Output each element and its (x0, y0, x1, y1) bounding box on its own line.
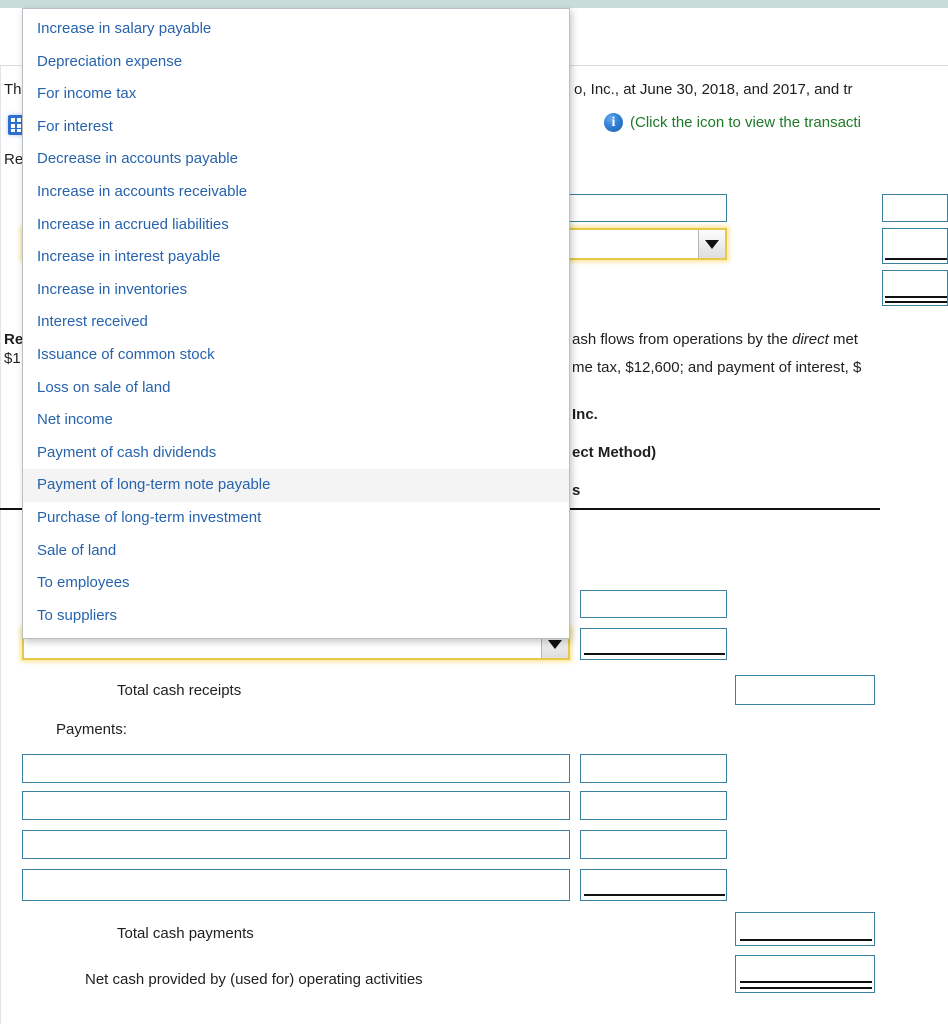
dropdown-option[interactable]: Sale of land (23, 535, 569, 568)
account-dropdown-list[interactable]: Increase in salary payable Depreciation e… (22, 8, 570, 640)
dropdown-option[interactable]: Increase in inventories (23, 274, 569, 307)
requirement-bold-prefix: Re (4, 331, 24, 348)
icon-hint-text: (Click the icon to view the transacti (630, 114, 861, 131)
answer-box-top-right-2[interactable] (882, 228, 948, 264)
answer-box-top-right-3[interactable] (882, 270, 948, 306)
info-circle-icon[interactable]: i (604, 113, 623, 132)
payment-amount-box-2[interactable] (580, 791, 727, 820)
payment-amount-box-1[interactable] (580, 754, 727, 783)
problem-intro-visible: o, Inc., at June 30, 2018, and 2017, and… (574, 81, 853, 98)
statement-receipts-heading: s (572, 482, 581, 499)
payment-label-box-2[interactable] (22, 791, 570, 820)
dropdown-option[interactable]: Purchase of long-term investment (23, 502, 569, 535)
statement-method-line: ect Method) (572, 444, 657, 461)
requirement-line-1: ash flows from operations by the direct … (572, 330, 858, 349)
content-left-edge (0, 66, 1, 1024)
answer-box-top-right[interactable] (882, 194, 948, 222)
statement-company-name: Inc. (572, 406, 598, 423)
payment-amount-box-4[interactable] (580, 869, 727, 901)
net-cash-box[interactable] (735, 955, 875, 993)
dropdown-option[interactable]: Issuance of common stock (23, 339, 569, 372)
requirement-label: Re (4, 151, 24, 168)
dropdown-option[interactable]: Payment of cash dividends (23, 437, 569, 470)
window-top-strip (0, 0, 948, 8)
payment-label-box-3[interactable] (22, 830, 570, 859)
dropdown-option[interactable]: Net income (23, 404, 569, 437)
dropdown-option[interactable]: Interest received (23, 306, 569, 339)
requirement-money-prefix: $1 (4, 350, 21, 367)
requirement-line-1-italic: direct (792, 331, 829, 348)
problem-intro-prefix: Th (4, 81, 22, 98)
dropdown-option[interactable]: Increase in accrued liabilities (23, 209, 569, 242)
total-cash-receipts-label: Total cash receipts (117, 682, 242, 699)
dropdown-option[interactable]: For income tax (23, 78, 569, 111)
dropdown-option[interactable]: Increase in interest payable (23, 241, 569, 274)
dropdown-option[interactable]: Decrease in accounts payable (23, 143, 569, 176)
payment-label-box-4[interactable] (22, 869, 570, 901)
receipt-amount-box-2[interactable] (580, 628, 727, 660)
dropdown-option[interactable]: Increase in salary payable (23, 13, 569, 46)
payments-heading: Payments: (56, 721, 127, 738)
dropdown-option[interactable]: Loss on sale of land (23, 372, 569, 405)
receipt-amount-box-1[interactable] (580, 590, 727, 618)
requirement-line-1-b: met (828, 331, 858, 348)
total-cash-payments-label: Total cash payments (117, 925, 254, 942)
requirement-line-1-a: ash flows from operations by the (572, 331, 793, 348)
total-cash-payments-box[interactable] (735, 912, 875, 946)
requirement-line-2: me tax, $12,600; and payment of interest… (572, 359, 862, 376)
chevron-down-icon[interactable] (698, 230, 725, 258)
dropdown-option[interactable]: For interest (23, 111, 569, 144)
dropdown-option[interactable]: Payment of long-term note payable (23, 469, 569, 502)
net-cash-label: Net cash provided by (used for) operatin… (85, 971, 423, 988)
dropdown-option[interactable]: Depreciation expense (23, 46, 569, 79)
dropdown-option[interactable]: To employees (23, 567, 569, 600)
dropdown-option[interactable]: To suppliers (23, 600, 569, 633)
total-cash-receipts-box[interactable] (735, 675, 875, 705)
payment-label-box-1[interactable] (22, 754, 570, 783)
payment-amount-box-3[interactable] (580, 830, 727, 859)
dropdown-option[interactable]: Increase in accounts receivable (23, 176, 569, 209)
